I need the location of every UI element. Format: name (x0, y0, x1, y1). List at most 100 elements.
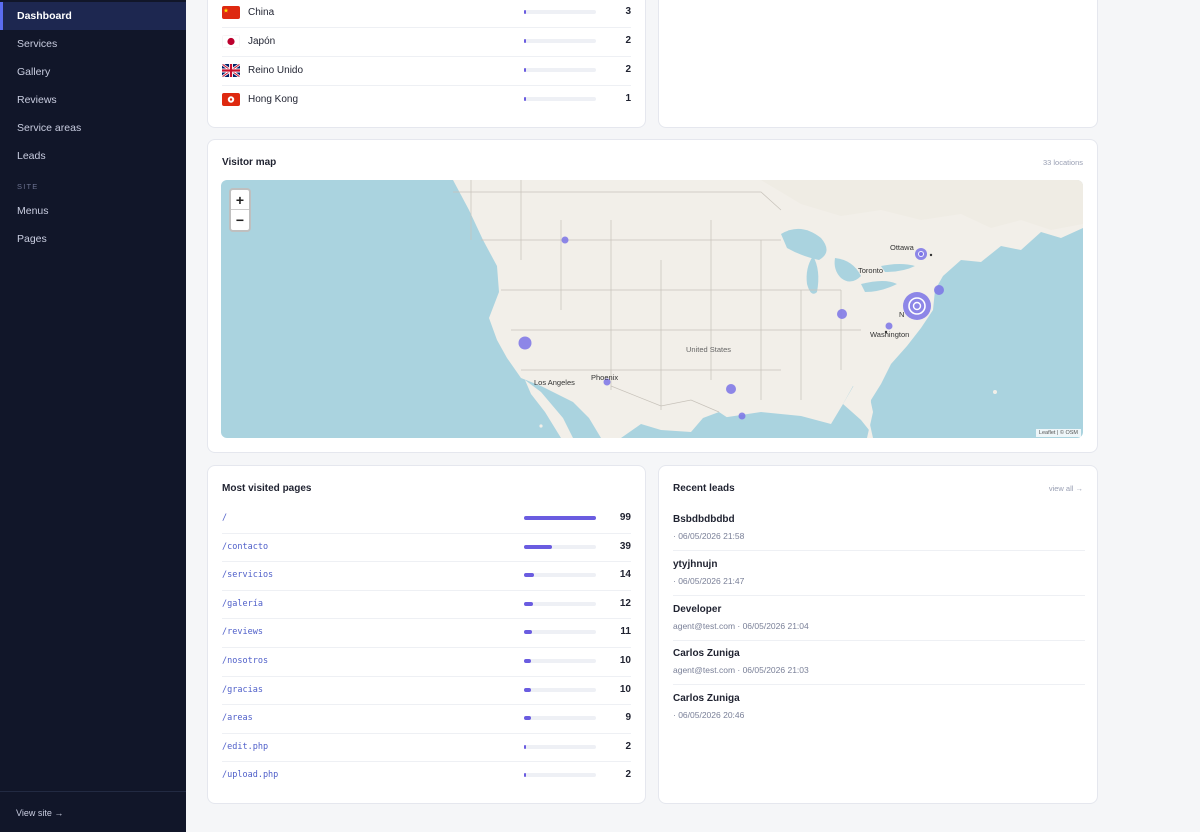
sidebar-item-dashboard[interactable]: Dashboard (0, 2, 186, 30)
lead-name: ytyjhnujn (673, 558, 718, 570)
page-count: 2 (625, 769, 631, 781)
sidebar-section-site: SITE (17, 182, 39, 191)
map-marker-core (919, 252, 923, 256)
country-bar (524, 10, 596, 14)
page-count: 2 (625, 740, 631, 752)
map-marker[interactable] (934, 285, 944, 295)
lead-name: Carlos Zuniga (673, 693, 740, 705)
hong-kong-flag-icon (222, 93, 240, 106)
map-label-ottawa: Ottawa (890, 243, 915, 252)
map-marker[interactable] (837, 309, 847, 319)
lead-item[interactable]: Developer agent@test.com · 06/05/2026 21:… (673, 596, 1085, 641)
page-row[interactable]: /upload.php 2 (222, 762, 631, 791)
page-path[interactable]: /gracias (222, 685, 263, 695)
page-bar (524, 744, 596, 749)
page-row[interactable]: /contacto 39 (222, 534, 631, 563)
country-name: Reino Unido (248, 65, 304, 76)
lead-details: agent@test.com · 06/05/2026 21:03 (673, 665, 809, 676)
lead-item[interactable]: Bsbdbdbdbd · 06/05/2026 21:58 (673, 506, 1085, 551)
sidebar-item-reviews[interactable]: Reviews (0, 86, 186, 114)
lead-item[interactable]: ytyjhnujn · 06/05/2026 21:47 (673, 551, 1085, 596)
page-bar-fill (524, 716, 531, 721)
sidebar-item-gallery[interactable]: Gallery (0, 58, 186, 86)
page-row[interactable]: /gracias 10 (222, 677, 631, 706)
map-marker[interactable] (726, 384, 736, 394)
sidebar-item-pages[interactable]: Pages (0, 225, 186, 253)
country-bar-fill (524, 68, 526, 72)
page-path[interactable]: /servicios (222, 570, 273, 580)
country-count: 2 (625, 35, 631, 46)
visitor-map[interactable]: Ottawa Toronto Washington N United State… (221, 180, 1083, 438)
map-attribution[interactable]: Leaflet | © OSM (1035, 429, 1081, 437)
country-count: 2 (625, 64, 631, 75)
country-bar-fill (524, 10, 527, 14)
lead-item[interactable]: Carlos Zuniga · 06/05/2026 20:46 (673, 685, 1085, 730)
lead-item[interactable]: Carlos Zuniga agent@test.com · 06/05/2026… (673, 640, 1085, 686)
zoom-out-button[interactable]: − (231, 210, 249, 230)
zoom-in-button[interactable]: + (231, 190, 249, 210)
city-dot (884, 330, 888, 334)
island (539, 424, 543, 428)
map-label-washington: Washington (870, 330, 909, 339)
map-marker[interactable] (885, 322, 893, 330)
country-count: 1 (625, 93, 631, 104)
page-count: 39 (619, 540, 631, 552)
map-marker[interactable] (518, 336, 532, 350)
page-bar-fill (524, 744, 526, 749)
page-row[interactable]: /servicios 14 (222, 562, 631, 591)
map-label-toronto: Toronto (858, 266, 883, 275)
countries-card: China 3 Japón 2 Reino Unido 2 Hong Kong … (207, 0, 646, 128)
page-bar-fill (524, 544, 553, 549)
page-row[interactable]: /nosotros 10 (222, 648, 631, 677)
page-count: 10 (619, 683, 631, 695)
city-dot (929, 253, 933, 257)
visitor-map-count: 33 locations (1042, 158, 1083, 167)
page-bar (524, 573, 596, 578)
view-all-leads-link[interactable]: view all → (1049, 484, 1083, 493)
page-row[interactable]: /reviews 11 (222, 619, 631, 648)
page-path[interactable]: /contacto (222, 542, 268, 552)
country-row: Japón 2 (222, 28, 631, 57)
page-bar-fill (524, 687, 532, 692)
country-name: Japón (248, 36, 276, 47)
page-count: 11 (620, 626, 631, 638)
country-bar-fill (524, 39, 526, 43)
sidebar-item-services[interactable]: Services (0, 30, 186, 58)
sidebar-item-service-areas[interactable]: Service areas (0, 114, 186, 142)
country-bar (524, 68, 596, 72)
page-row[interactable]: /edit.php 2 (222, 734, 631, 763)
lead-name: Developer (673, 603, 722, 615)
country-row: Hong Kong 1 (222, 86, 631, 115)
page-count: 9 (625, 712, 631, 724)
page-bar (524, 516, 596, 520)
map-marker-cluster[interactable] (903, 292, 931, 320)
page-path[interactable]: /upload.php (222, 770, 278, 780)
page-bar-fill (524, 573, 535, 578)
page-bar (524, 601, 596, 606)
page-count: 12 (619, 597, 631, 609)
lead-name: Carlos Zuniga (673, 648, 740, 660)
map-label-los-angeles: Los Angeles (534, 378, 575, 387)
page-path[interactable]: / (222, 513, 227, 523)
page-path[interactable]: /areas (222, 713, 253, 723)
lead-details: · 06/05/2026 21:58 (673, 531, 745, 541)
map-marker[interactable] (738, 412, 746, 420)
country-row: China 3 (222, 0, 631, 28)
sidebar-item-menus[interactable]: Menus (0, 197, 186, 225)
page-path[interactable]: /reviews (222, 627, 263, 637)
most-visited-pages-card: Most visited pages / 99/contacto 39/servic… (207, 465, 646, 804)
page-path[interactable]: /galería (222, 599, 263, 609)
map-label-new-york: N (899, 310, 904, 319)
view-site-link[interactable]: View site → (16, 808, 63, 818)
page-path[interactable]: /nosotros (222, 656, 268, 666)
sidebar-item-leads[interactable]: Leads (0, 142, 186, 170)
map-marker[interactable] (561, 236, 569, 244)
page-row[interactable]: /galería 12 (222, 591, 631, 620)
china-flag-icon (222, 6, 240, 19)
page-row[interactable]: / 99 (222, 505, 631, 534)
page-path[interactable]: /edit.php (222, 742, 268, 752)
page-row[interactable]: /areas 9 (222, 705, 631, 734)
page-bar (524, 630, 596, 635)
sidebar-footer: View site → (0, 791, 186, 832)
page-bar-fill (524, 601, 533, 606)
